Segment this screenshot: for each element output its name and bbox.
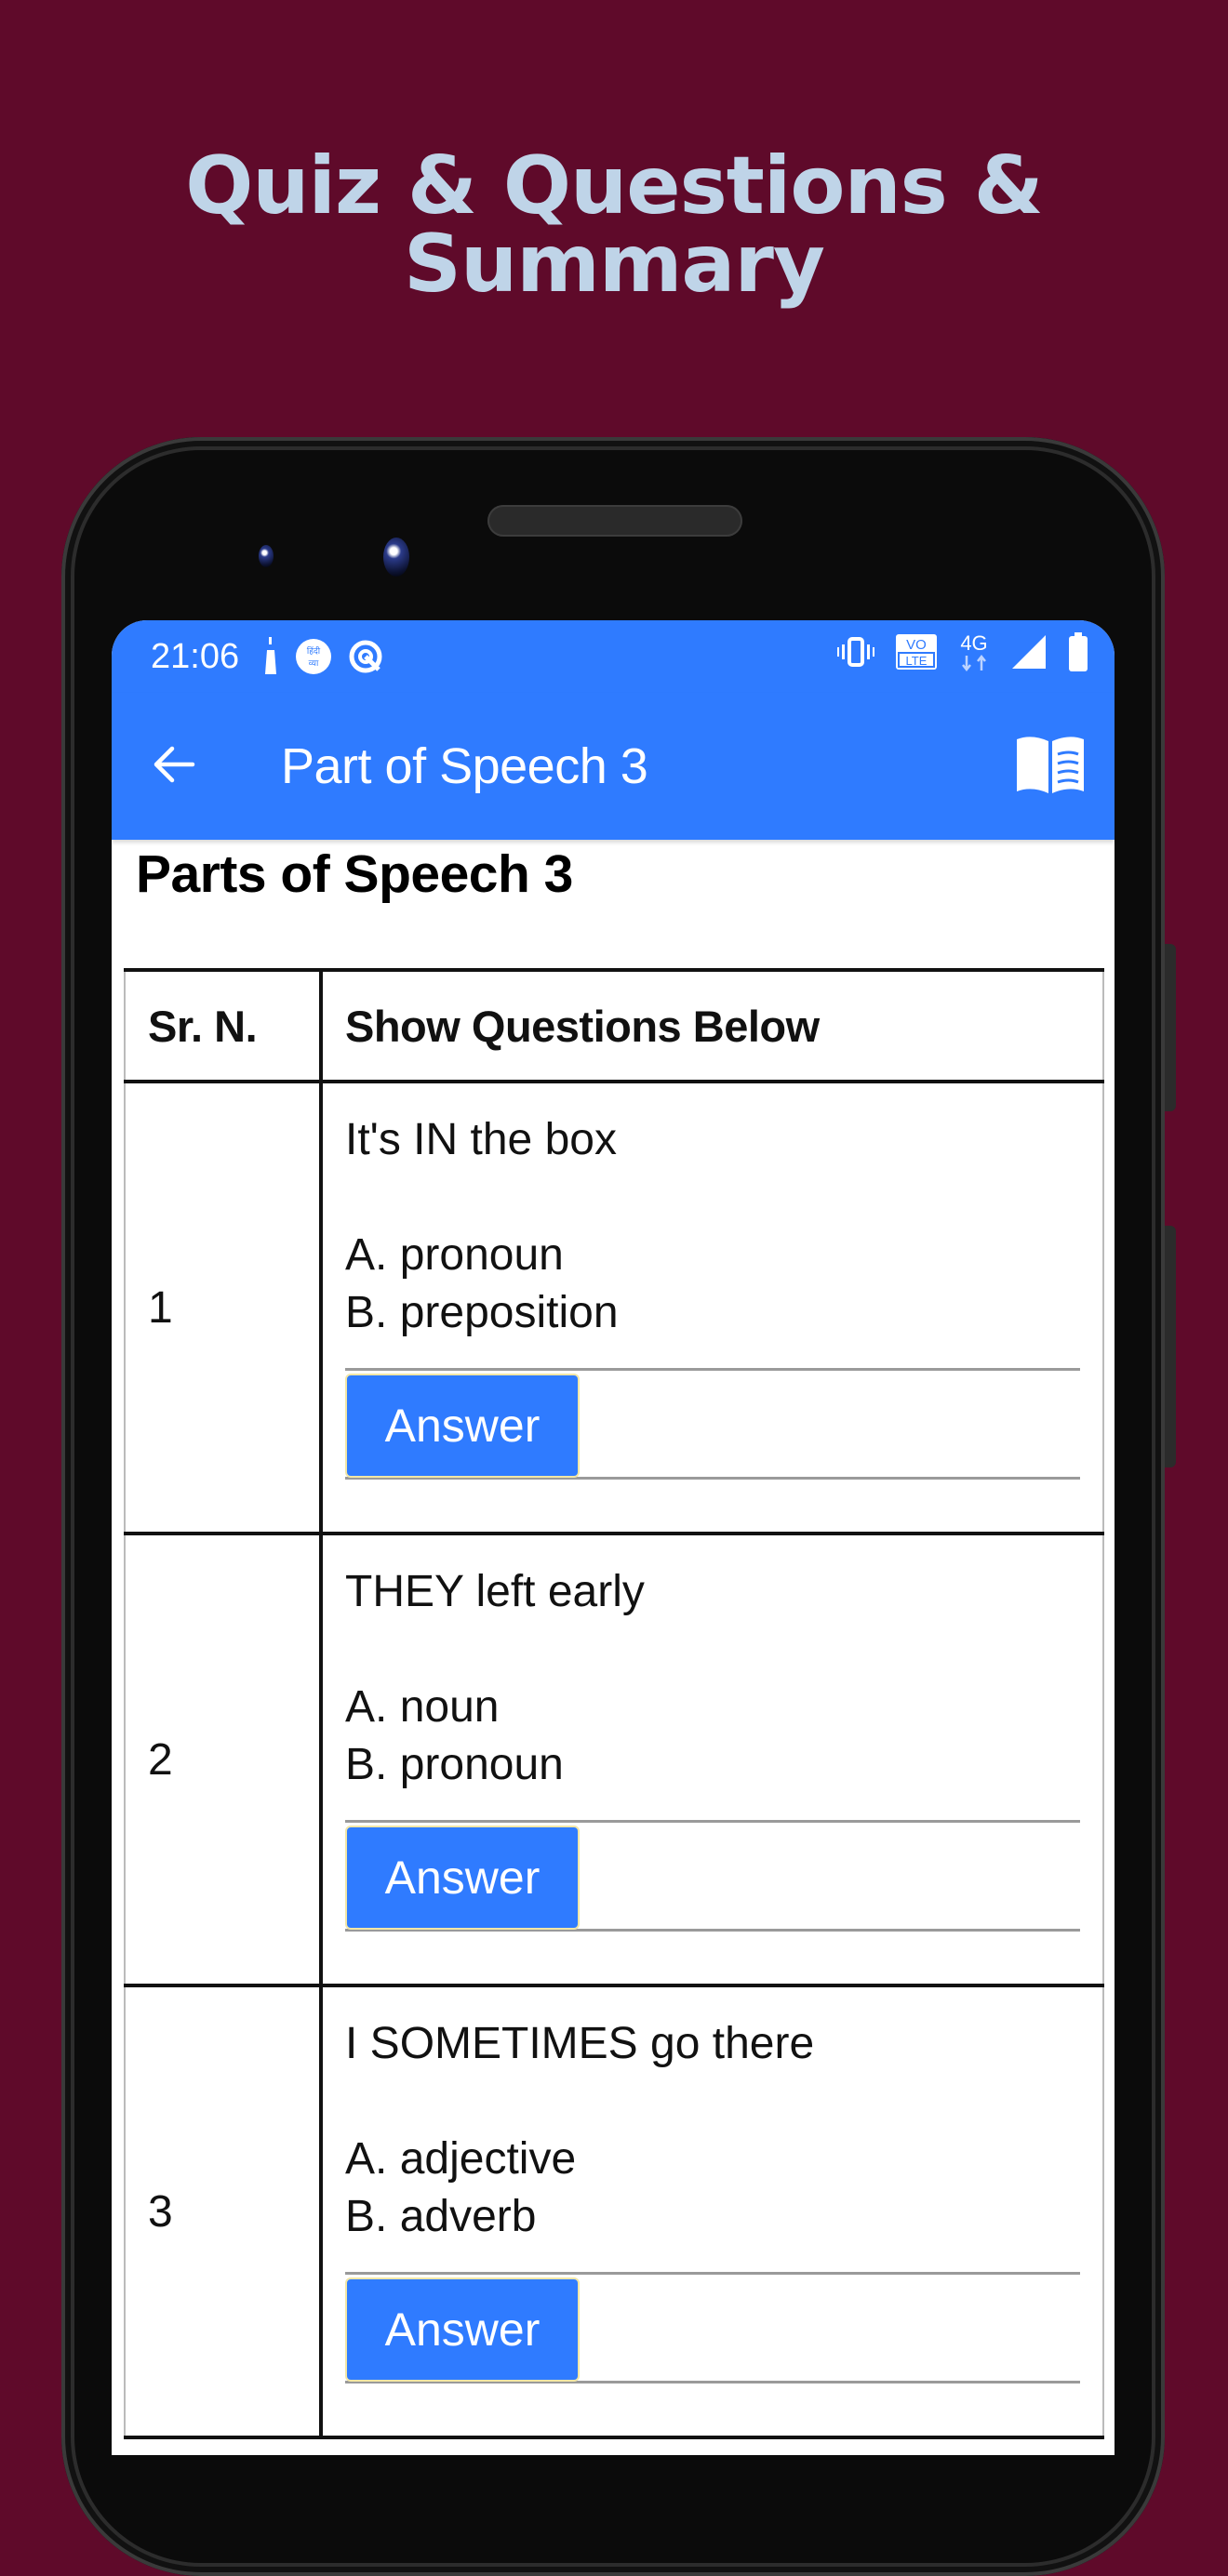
phone-front-camera [383, 538, 409, 577]
vibrate-icon [837, 636, 874, 677]
phone-speaker [487, 505, 742, 537]
answer-panel: Answer [345, 2272, 1080, 2383]
option-a: A. pronoun [345, 1230, 564, 1280]
option-b: B. pronoun [345, 1740, 564, 1789]
app-screen: 21:06 हिंदी व्या VO LTE 4G Part of Speec… [112, 620, 1115, 2455]
network-4g-icon: 4G [958, 631, 990, 682]
status-time: 21:06 [151, 636, 240, 676]
back-button[interactable] [119, 710, 231, 822]
question-text: I SOMETIMES go there [345, 2019, 815, 2068]
header-questions: Show Questions Below [320, 968, 1104, 1083]
svg-text:व्या: व्या [309, 658, 319, 668]
row-sr-number: 2 [124, 1532, 323, 1987]
app-toolbar: Part of Speech 3 [112, 693, 1115, 840]
table-row: 3 I SOMETIMES go there A. adjective B. a… [124, 1984, 1104, 2439]
phone-power-button [1165, 1226, 1176, 1467]
question-cell: It's IN the box A. pronoun B. prepositio… [320, 1080, 1104, 1535]
answer-button[interactable]: Answer [345, 1374, 580, 1478]
question-cell: I SOMETIMES go there A. adjective B. adv… [320, 1984, 1104, 2439]
answer-panel: Answer [345, 1820, 1080, 1932]
network-label: 4G [960, 631, 987, 655]
table-row: 1 It's IN the box A. pronoun B. preposit… [124, 1080, 1104, 1535]
row-sr-number: 3 [124, 1984, 323, 2439]
question-cell: THEY left early A. noun B. pronoun Answe… [320, 1532, 1104, 1987]
page-content: Parts of Speech 3 Sr. N. Show Questions … [112, 843, 1115, 2439]
option-a: A. adjective [345, 2134, 577, 2184]
option-b: B. preposition [345, 1288, 619, 1337]
phone-sensor [259, 545, 274, 567]
row-sr-number: 1 [124, 1080, 323, 1535]
option-a: A. noun [345, 1682, 500, 1732]
answer-button[interactable]: Answer [345, 1826, 580, 1930]
notification-pin-icon [261, 637, 280, 676]
question-text: It's IN the box [345, 1115, 617, 1164]
phone-volume-button [1165, 944, 1176, 1111]
arrow-left-icon [152, 741, 198, 792]
toolbar-title: Part of Speech 3 [281, 738, 648, 794]
volte-label-top: VO [906, 637, 927, 653]
promo-headline-line2: Summary [404, 218, 825, 311]
page-heading: Parts of Speech 3 [136, 844, 573, 904]
promo-headline: Quiz & Questions & Summary [0, 139, 1228, 311]
header-sr-number: Sr. N. [124, 968, 323, 1083]
question-text: THEY left early [345, 1567, 645, 1616]
answer-button[interactable]: Answer [345, 2277, 580, 2382]
questions-table: Sr. N. Show Questions Below 1 It's IN th… [124, 968, 1104, 2439]
volte-icon: VO LTE [895, 633, 938, 680]
book-button[interactable] [1008, 724, 1092, 808]
answer-panel: Answer [345, 1368, 1080, 1480]
svg-text:हिंदी: हिंदी [307, 645, 321, 656]
status-bar: 21:06 हिंदी व्या VO LTE 4G [112, 620, 1115, 693]
table-row: 2 THEY left early A. noun B. pronoun Ans… [124, 1532, 1104, 1987]
volte-label-bottom: LTE [906, 654, 928, 668]
book-icon [1015, 734, 1086, 800]
table-header-row: Sr. N. Show Questions Below [124, 968, 1104, 1083]
app-badge-icon: हिंदी व्या [295, 638, 332, 675]
signal-icon [1010, 633, 1048, 680]
battery-icon [1068, 632, 1088, 681]
promo-headline-line1: Quiz & Questions & [185, 139, 1044, 232]
option-b: B. adverb [345, 2192, 537, 2241]
sync-icon [347, 638, 384, 675]
